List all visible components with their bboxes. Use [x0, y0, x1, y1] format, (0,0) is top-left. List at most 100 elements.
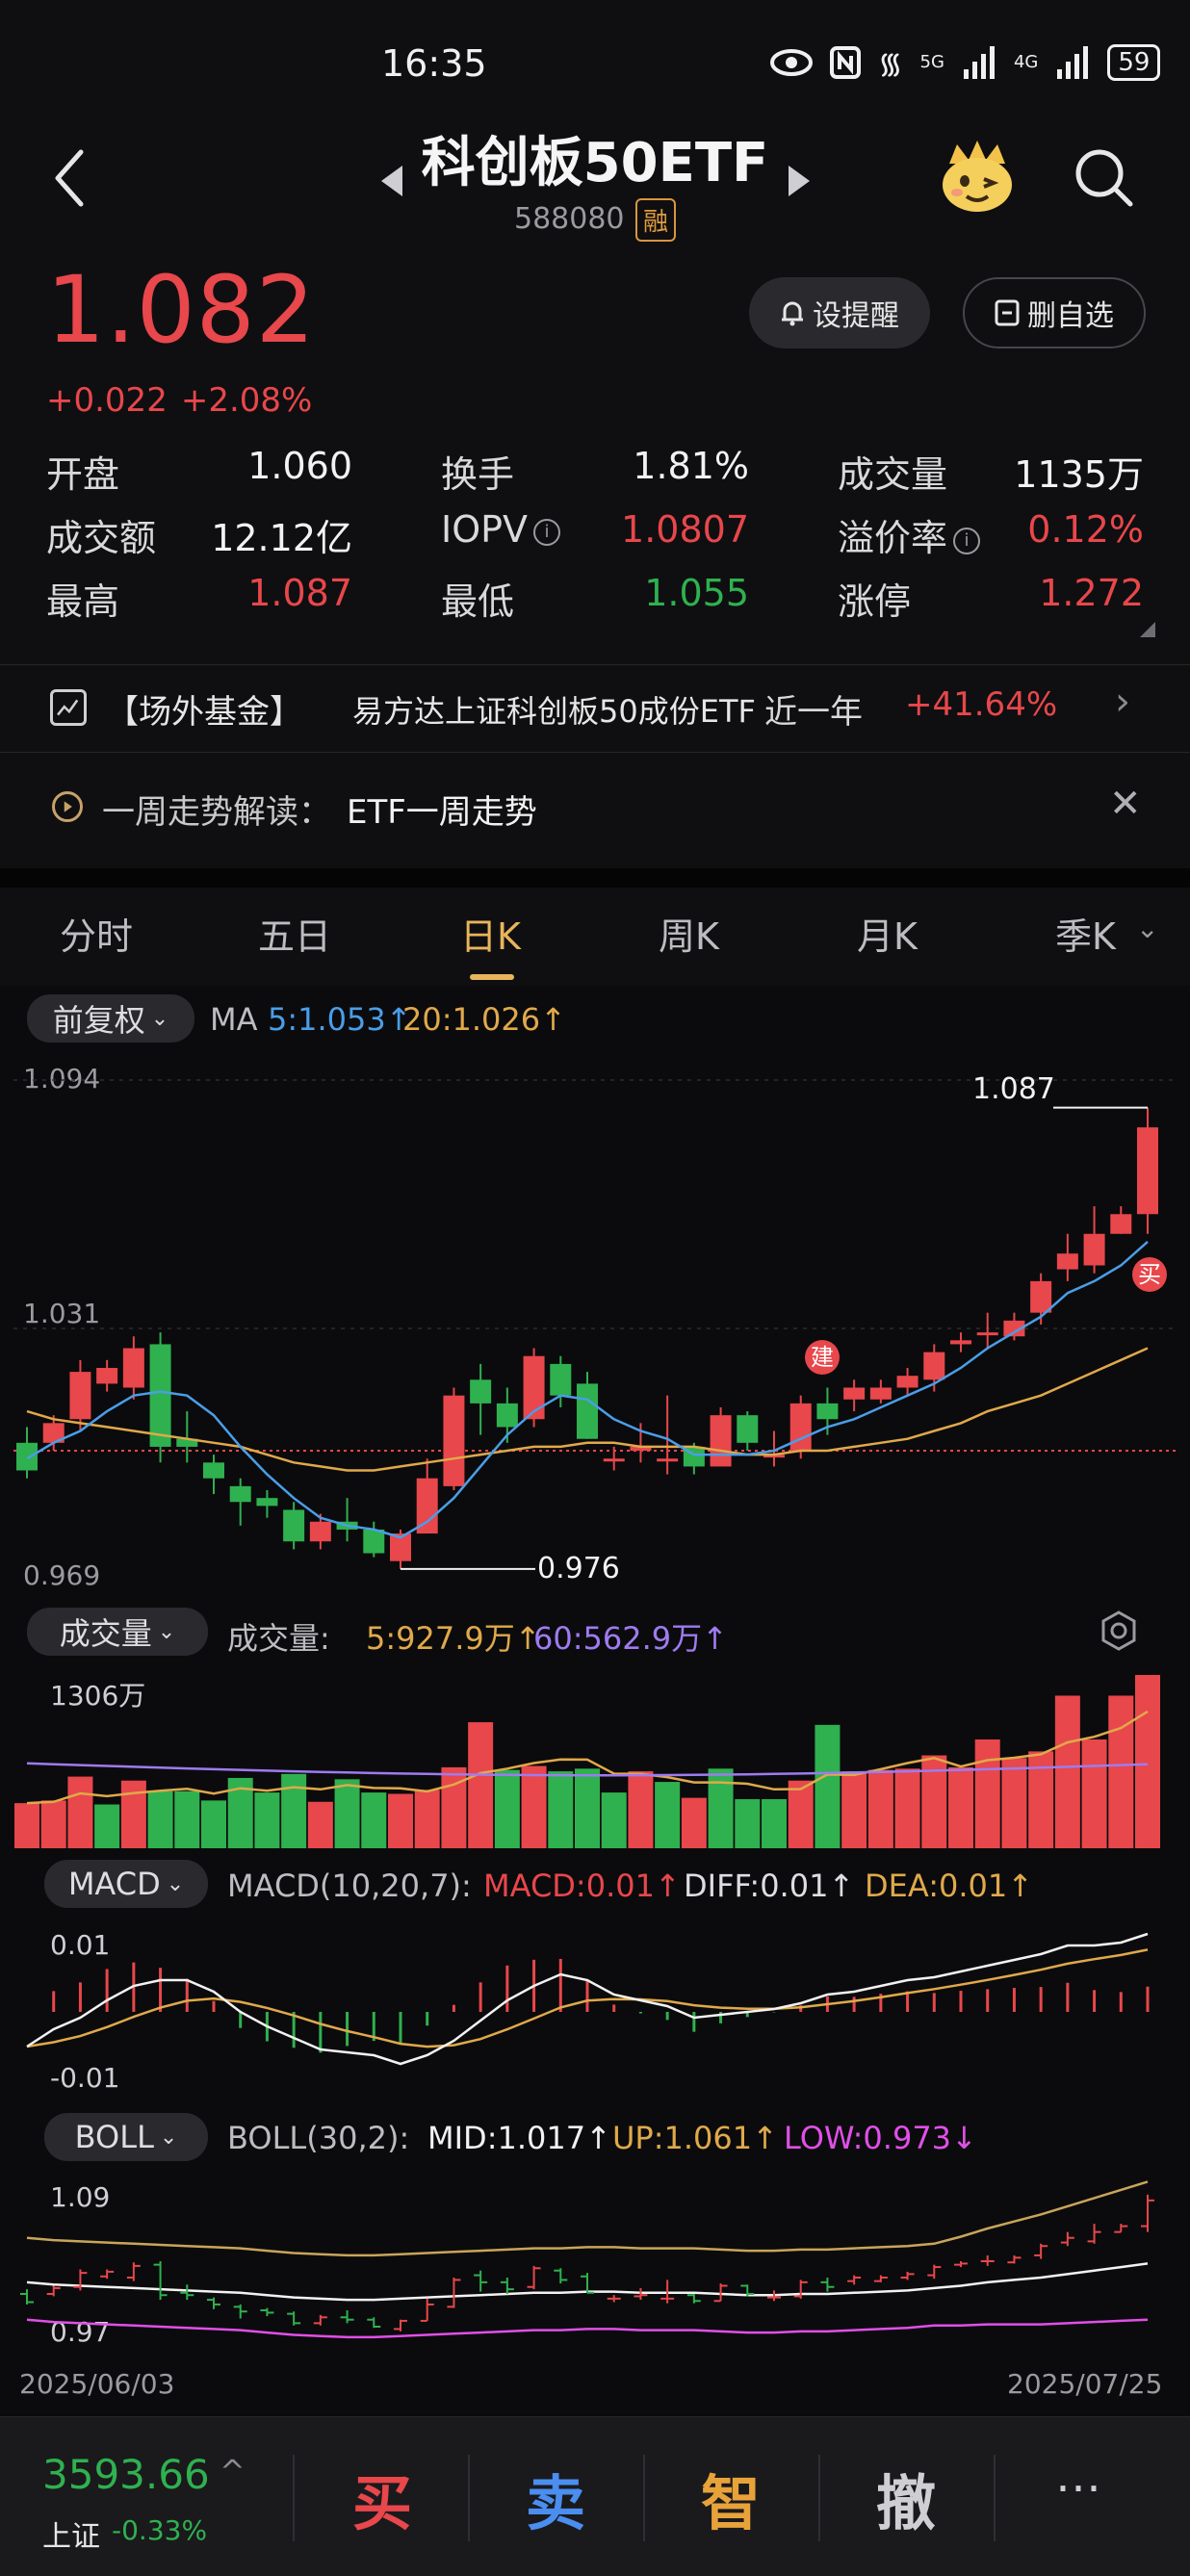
change-percent: +2.08% — [180, 381, 313, 420]
volume-bar — [521, 1765, 547, 1848]
volume-ma5-text: 5:927.9万 — [366, 1620, 515, 1657]
candle-body — [816, 1403, 839, 1420]
buy-signal-tag[interactable]: 买 — [1132, 1257, 1167, 1292]
candle-body — [577, 1383, 598, 1439]
back-icon[interactable] — [46, 144, 94, 212]
fund-tag: 【场外基金】 — [106, 693, 302, 732]
candle-body — [256, 1498, 278, 1507]
volume-bar — [1135, 1675, 1160, 1848]
volume-bar — [67, 1776, 93, 1848]
candle-body — [603, 1458, 625, 1462]
index-value[interactable]: 3593.66 — [42, 2451, 210, 2498]
minus-square-icon — [995, 299, 1020, 326]
bell-icon — [782, 301, 803, 326]
volume-selector-label: 成交量 — [59, 1615, 152, 1652]
section-divider — [0, 868, 1190, 888]
smart-button[interactable]: 智 — [701, 2455, 761, 2541]
kline-chart[interactable] — [0, 1053, 1190, 1592]
last-price: 1.082 — [46, 256, 316, 364]
change-amount: +0.022 — [46, 381, 168, 420]
stat-label: 溢价率 i — [838, 508, 981, 561]
chevron-down-icon: ⌄ — [150, 1006, 169, 1031]
candle-body — [1137, 1127, 1158, 1215]
candle-body — [550, 1363, 572, 1396]
info-icon[interactable]: i — [533, 518, 561, 546]
dea-value: DEA:0.01↑ — [865, 1868, 1034, 1904]
volume-chart[interactable] — [0, 1665, 1190, 1848]
candle-body — [789, 1403, 812, 1452]
candle-body — [1030, 1280, 1052, 1313]
weekly-link[interactable]: ETF一周走势 — [347, 786, 537, 833]
nfc-icon — [830, 45, 861, 79]
tab-daily-k[interactable]: 日K — [460, 907, 521, 960]
search-icon[interactable] — [1073, 146, 1134, 208]
volume-bar — [468, 1722, 494, 1848]
volume-bar — [788, 1780, 814, 1848]
boll-selector[interactable]: BOLL ⌄ — [44, 2113, 208, 2161]
volume-bar — [735, 1799, 761, 1848]
volume-ma5: 5:927.9万↑ — [366, 1620, 541, 1657]
macd-chart[interactable] — [0, 1916, 1190, 2099]
status-icons: ᯾ 5G 4G 59 — [770, 42, 1161, 82]
more-icon[interactable]: ⋯ — [1055, 2460, 1105, 2514]
info-icon[interactable]: i — [953, 527, 981, 554]
chevron-down-icon[interactable]: ⌄ — [1136, 913, 1158, 944]
cancel-order-button[interactable]: 撤 — [876, 2455, 936, 2541]
fund-period: 近一年 — [764, 693, 863, 732]
tab-intraday[interactable]: 分时 — [60, 907, 133, 960]
buy-button[interactable]: 买 — [352, 2455, 412, 2541]
build-position-tag[interactable]: 建 — [805, 1340, 840, 1375]
close-icon[interactable]: ✕ — [1109, 782, 1142, 826]
candle-body — [896, 1376, 918, 1388]
candle-body — [470, 1379, 492, 1404]
stock-code: 588080 — [514, 202, 625, 236]
tab-quarterly-k[interactable]: 季K — [1055, 907, 1116, 960]
volume-bar — [120, 1780, 146, 1848]
boll-up-text: UP:1.061 — [612, 2120, 753, 2156]
volume-bar — [1081, 1739, 1107, 1848]
boll-upper-line — [26, 2180, 1149, 2257]
macd-selector[interactable]: MACD ⌄ — [44, 1860, 208, 1908]
chevron-up-icon[interactable]: ^ — [220, 2453, 246, 2489]
prev-stock-icon[interactable] — [377, 162, 406, 200]
candle-body — [229, 1485, 251, 1503]
status-time: 16:35 — [381, 42, 487, 85]
stat-value: 1.81% — [633, 445, 749, 487]
ma20-value: 20:1.026↑ — [402, 1001, 566, 1038]
expand-corner-icon[interactable] — [1140, 622, 1155, 637]
candle-body — [363, 1529, 385, 1554]
volume-bar — [441, 1766, 467, 1848]
adjust-selector[interactable]: 前复权 ⌄ — [27, 994, 194, 1043]
tab-five-day[interactable]: 五日 — [258, 907, 331, 960]
tab-weekly-k[interactable]: 周K — [659, 907, 719, 960]
stat-value: 1.087 — [247, 572, 352, 614]
wifi-icon: ᯾ — [878, 47, 903, 81]
volume-bar — [494, 1769, 520, 1848]
sell-button[interactable]: 卖 — [526, 2455, 585, 2541]
set-alert-button[interactable]: 设提醒 — [749, 277, 930, 348]
ma5-text: 5:1.053 — [268, 1001, 386, 1038]
remove-favorite-button[interactable]: 删自选 — [963, 277, 1146, 348]
volume-bar — [14, 1803, 39, 1848]
tab-monthly-k[interactable]: 月K — [857, 907, 918, 960]
stat-value: 1.055 — [644, 572, 749, 614]
stat-label: IOPV i — [441, 508, 561, 551]
macd-value-text: MACD:0.01 — [483, 1868, 655, 1904]
volume-bar — [147, 1790, 173, 1848]
next-stock-icon[interactable] — [785, 162, 814, 200]
mascot-icon[interactable] — [936, 135, 1019, 218]
diff-value-text: DIFF:0.01 — [684, 1868, 829, 1904]
chevron-right-icon[interactable]: › — [1115, 680, 1130, 724]
volume-selector[interactable]: 成交量 ⌄ — [27, 1608, 208, 1656]
fund-return: +41.64% — [905, 685, 1058, 724]
settings-icon[interactable] — [1098, 1610, 1140, 1652]
low-marker-label: 0.976 — [537, 1552, 620, 1585]
bottom-divider — [994, 2455, 996, 2541]
macd-value: MACD:0.01↑ — [483, 1868, 681, 1904]
candle-body — [443, 1395, 465, 1486]
boll-chart[interactable] — [0, 2170, 1190, 2353]
volume-bar — [548, 1771, 574, 1848]
candle-body — [657, 1458, 679, 1462]
volume-bar — [974, 1739, 1000, 1848]
adjust-label: 前复权 — [52, 1002, 145, 1039]
